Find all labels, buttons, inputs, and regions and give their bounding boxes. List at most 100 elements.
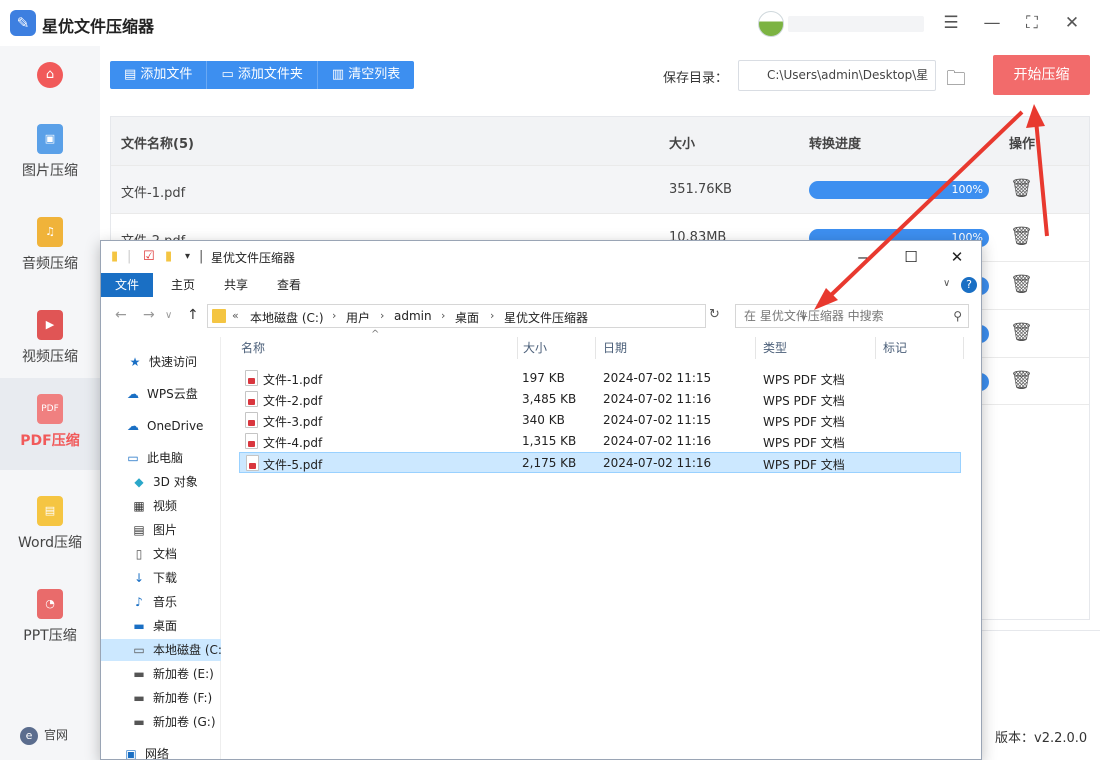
recent-dropdown-icon[interactable]: ∨ (165, 310, 172, 321)
nav-item-local-disk-c[interactable]: ▭ 本地磁盘 (C: (101, 639, 221, 661)
add-file-button[interactable]: ▤ 添加文件 (110, 61, 208, 89)
nav-item-volume-g[interactable]: ▬ 新加卷 (G:) (101, 711, 221, 733)
explorer-maximize-icon[interactable]: ☐ (901, 247, 921, 267)
add-folder-button[interactable]: ▭ 添加文件夹 (207, 61, 318, 89)
tab-view[interactable]: 查看 (263, 273, 315, 297)
file-name: 文件-1.pdf (121, 186, 186, 201)
browse-folder-icon[interactable]: 🗀 (946, 64, 966, 98)
file-name: 文件-1.pdf (263, 373, 323, 387)
nav-label: 桌面 (153, 619, 178, 633)
customize-dropdown-icon[interactable]: ▾ (185, 251, 190, 262)
explorer-close-icon[interactable]: ✕ (947, 247, 967, 267)
address-bar[interactable]: « 本地磁盘 (C:) › 用户 › admin › 桌面 › 星优文件压缩器 … (207, 304, 807, 328)
breadcrumb-item[interactable]: 本地磁盘 (C:) (250, 309, 324, 326)
nav-item-volume-e[interactable]: ▬ 新加卷 (E:) (101, 663, 221, 685)
close-icon[interactable]: ✕ (1061, 12, 1083, 34)
delete-icon[interactable]: 🗑 (1010, 322, 1033, 343)
clear-list-button[interactable]: ▥ 清空列表 (318, 61, 414, 89)
col-date[interactable]: 日期 (603, 339, 627, 356)
nav-item-quick-access[interactable]: ★ 快速访问 (101, 351, 221, 373)
breadcrumb-item[interactable]: 桌面 (455, 309, 479, 326)
forward-arrow-icon[interactable]: → (143, 307, 155, 323)
nav-item-wps-cloud[interactable]: ☁ WPS云盘 (101, 383, 221, 405)
search-input[interactable]: 在 星优文件压缩器 中搜索 ⚲ (735, 304, 969, 328)
column-divider[interactable] (755, 337, 756, 359)
column-divider[interactable] (875, 337, 876, 359)
chevron-right-icon[interactable]: › (332, 309, 336, 322)
chevron-right-icon[interactable]: › (490, 309, 494, 322)
tab-home[interactable]: 主页 (157, 273, 209, 297)
delete-icon[interactable]: 🗑 (1010, 274, 1033, 295)
drive-icon: ▭ (133, 643, 145, 657)
settings-icon[interactable]: ☰ (940, 12, 962, 34)
tab-file[interactable]: 文件 (101, 273, 154, 297)
search-icon[interactable]: ⚲ (953, 305, 962, 327)
nav-item-music[interactable]: ♪ 音乐 (101, 591, 221, 613)
save-dir-input[interactable]: C:\Users\admin\Desktop\星 (738, 60, 936, 91)
column-divider[interactable] (595, 337, 596, 359)
delete-icon[interactable]: 🗑 (1010, 178, 1033, 199)
refresh-icon[interactable]: ↻ (709, 307, 720, 322)
chevron-right-icon[interactable]: › (380, 309, 384, 322)
back-arrow-icon[interactable]: ← (115, 307, 127, 323)
nav-item-this-pc[interactable]: ▭ 此电脑 (101, 447, 221, 469)
file-row[interactable]: 文件-3.pdf 340 KB 2024-07-02 11:15 WPS PDF… (239, 410, 961, 431)
start-compress-button[interactable]: 开始压缩 (993, 55, 1090, 95)
nav-item-network[interactable]: ▣ 网络 (101, 743, 221, 759)
sidebar-item-image[interactable]: ▣ 图片压缩 (0, 108, 100, 200)
home-icon[interactable]: ⌂ (37, 62, 63, 88)
file-row[interactable]: 文件-4.pdf 1,315 KB 2024-07-02 11:16 WPS P… (239, 431, 961, 452)
nav-item-3d-objects[interactable]: ◆ 3D 对象 (101, 471, 221, 493)
download-icon: ↓ (133, 571, 145, 585)
file-row[interactable]: 文件-1.pdf 197 KB 2024-07-02 11:15 WPS PDF… (239, 368, 961, 389)
sidebar-item-video[interactable]: ▶ 视频压缩 (0, 294, 100, 386)
nav-item-documents[interactable]: ▯ 文档 (101, 543, 221, 565)
sidebar-item-audio[interactable]: ♫ 音频压缩 (0, 201, 100, 293)
chevron-right-icon[interactable]: › (441, 309, 445, 322)
breadcrumb-item[interactable]: 星优文件压缩器 (504, 309, 588, 326)
breadcrumb-item[interactable]: admin (394, 309, 432, 323)
help-icon[interactable]: ? (961, 277, 977, 293)
overflow-icon[interactable]: « (232, 309, 239, 322)
website-link[interactable]: e 官网 (20, 726, 68, 745)
maximize-icon[interactable]: ⛶ (1021, 12, 1043, 34)
ribbon-expand-icon[interactable]: ∨ (943, 278, 950, 289)
file-row-selected[interactable]: 文件-5.pdf 2,175 KB 2024-07-02 11:16 WPS P… (239, 452, 961, 473)
sidebar-item-word[interactable]: ▤ Word压缩 (0, 480, 100, 572)
file-row[interactable]: 文件-2.pdf 3,485 KB 2024-07-02 11:16 WPS P… (239, 389, 961, 410)
column-divider[interactable] (963, 337, 964, 359)
sidebar-item-label: 音频压缩 (22, 256, 78, 272)
up-arrow-icon[interactable]: ↑ (187, 307, 199, 323)
col-name[interactable]: 名称 (241, 339, 265, 356)
nav-item-pictures[interactable]: ▤ 图片 (101, 519, 221, 541)
nav-item-videos[interactable]: ▦ 视频 (101, 495, 221, 517)
nav-item-volume-f[interactable]: ▬ 新加卷 (F:) (101, 687, 221, 709)
column-divider[interactable] (517, 337, 518, 359)
col-tag[interactable]: 标记 (883, 339, 907, 356)
progress-bar: 100% (809, 181, 989, 199)
table-row[interactable]: 文件-1.pdf 351.76KB 100% 🗑 (111, 165, 1089, 213)
sidebar-item-pdf[interactable]: PDF PDF压缩 (0, 378, 100, 470)
file-row[interactable] (239, 608, 961, 629)
nav-item-onedrive[interactable]: ☁ OneDrive (101, 415, 221, 437)
delete-icon[interactable]: 🗑 (1010, 370, 1033, 391)
picture-icon: ▤ (133, 523, 145, 537)
minimize-icon[interactable]: — (981, 12, 1003, 34)
properties-icon[interactable]: ☑ (143, 249, 155, 264)
nav-label: 视频 (153, 499, 178, 513)
nav-item-desktop[interactable]: ▬ 桌面 (101, 615, 221, 637)
cube-icon: ◆ (134, 475, 144, 489)
sidebar-item-ppt[interactable]: ◔ PPT压缩 (0, 573, 100, 665)
col-size[interactable]: 大小 (523, 339, 547, 356)
user-avatar[interactable] (758, 11, 784, 37)
tab-share[interactable]: 共享 (210, 273, 262, 297)
col-type[interactable]: 类型 (763, 339, 787, 356)
delete-icon[interactable]: 🗑 (1010, 226, 1033, 247)
nav-label: 新加卷 (E:) (153, 667, 214, 681)
file-explorer-window[interactable]: ▮ | ☑ ▮ ▾ | 星优文件压缩器 — ☐ ✕ 文件 主页 共享 查看 ∨ … (100, 240, 982, 760)
nav-item-downloads[interactable]: ↓ 下载 (101, 567, 221, 589)
file-type: WPS PDF 文档 (763, 373, 845, 387)
explorer-minimize-icon[interactable]: — (855, 247, 875, 267)
breadcrumb-item[interactable]: 用户 (346, 309, 370, 326)
new-folder-icon[interactable]: ▮ (165, 249, 172, 264)
